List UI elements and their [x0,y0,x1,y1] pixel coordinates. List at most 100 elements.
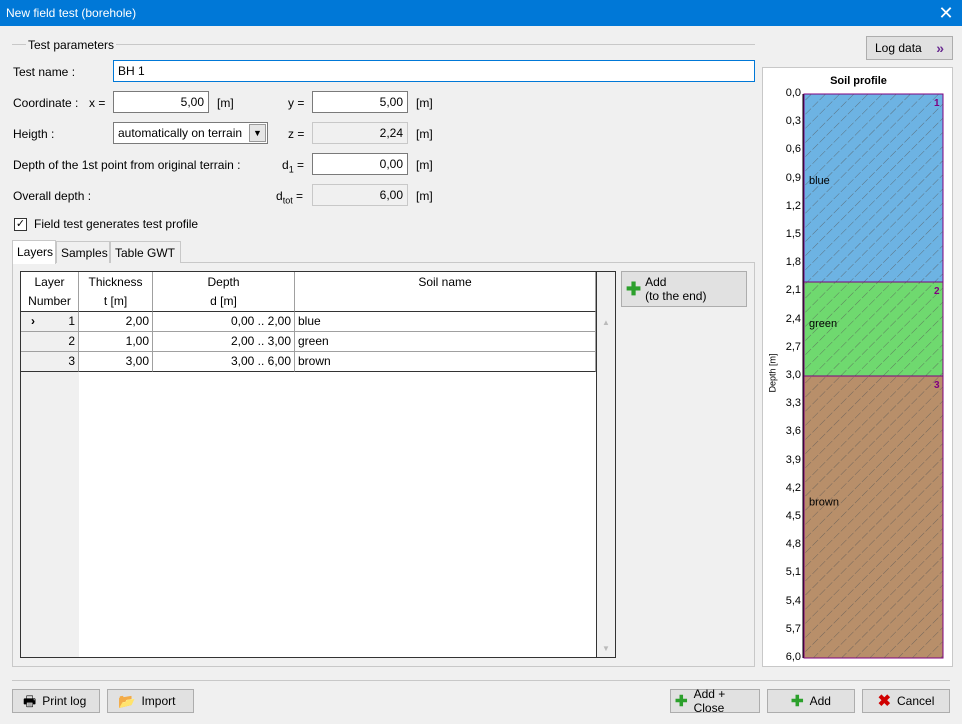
dropdown-arrow-icon[interactable]: ▼ [249,124,266,142]
x-unit: [m] [217,96,234,110]
add-close-label: Add + Close [693,687,726,715]
add-to-end-button[interactable]: ✚ Add (to the end) [621,271,747,307]
cell-thickness[interactable]: 1,00 [79,332,153,352]
d1-label-main: d [282,158,289,172]
cell-soil[interactable]: green [295,332,596,352]
header-line1: Layer [34,275,65,289]
depth-tick-label: 1,8 [785,256,801,269]
profile-title: Soil profile [830,75,887,87]
table-row[interactable]: › 1 2,00 0,00 .. 2,00 blue [21,312,596,332]
cell-soil[interactable]: blue [295,312,596,332]
height-mode-value: automatically on terrain [118,126,243,140]
depth-tick-label: 3,9 [785,453,801,466]
footer-divider [12,680,950,681]
depth-tick-label: 3,3 [785,397,801,410]
group-title: Test parameters [26,38,117,52]
print-log-label: Print log [42,694,87,708]
d1-unit: [m] [416,158,433,172]
depth-tick-label: 2,4 [785,312,801,325]
soil-layer-index: 2 [934,286,940,297]
printer-icon: 🖶 [23,693,37,709]
height-mode-select[interactable]: automatically on terrain ▼ [113,122,268,144]
soil-layer-index: 3 [934,380,940,391]
table-scrollbar[interactable]: ▲ ▼ [596,272,615,657]
table-row[interactable]: 3 3,00 3,00 .. 6,00 brown [21,352,596,372]
soil-layer-label: brown [809,497,839,509]
scroll-down-icon[interactable]: ▼ [602,644,610,653]
depth-tick-label: 5,7 [785,622,801,635]
add-plus-icon: ✚ [626,278,642,299]
dtot-label-main: d [276,189,283,203]
tab-samples[interactable]: Samples [56,241,110,263]
test-name-input[interactable]: BH 1 [113,60,755,82]
tab-layers[interactable]: Layers [12,240,56,264]
depth-tick-label: 5,1 [785,566,801,579]
dtot-label: dtot = [276,189,303,205]
close-icon[interactable]: ✕ [930,0,962,26]
depth1-label: Depth of the 1st point from original ter… [13,158,241,172]
add-to-end-line2: (to the end) [645,289,707,303]
add-close-icon: ✚ [675,693,688,710]
cell-thickness[interactable]: 2,00 [79,312,153,332]
test-name-label: Test name : [13,65,76,79]
row-number: 2 [21,332,79,352]
cell-soil[interactable]: brown [295,352,596,372]
depth-tick-label: 4,5 [785,510,801,522]
cell-thickness[interactable]: 3,00 [79,352,153,372]
add-button[interactable]: ✚ Add [767,689,855,713]
soil-profile-chart: blue 1 green 2 brown 3 [802,93,944,659]
generates-profile-checkbox[interactable]: ✓ [14,218,27,231]
cell-depth: 2,00 .. 3,00 [153,332,295,352]
layers-table[interactable]: Layer Number Thickness t [m] Depth d [m]… [20,271,616,658]
x-input[interactable]: 5,00 [113,91,209,113]
depth-tick-label: 0,0 [785,87,801,99]
import-button[interactable]: 📂 Import [107,689,194,713]
depth-tick-label: 4,8 [785,538,801,551]
depth-tick-label: 2,7 [785,340,801,353]
soil-layer-label: blue [809,175,830,187]
cell-depth: 0,00 .. 2,00 [153,312,295,332]
scroll-up-icon[interactable]: ▲ [602,318,610,327]
d1-label-eq: = [293,158,305,172]
header-line2: t [m] [103,294,128,308]
add-label: Add [809,694,831,708]
depth-tick-label: 4,2 [785,481,801,494]
coordinate-label: Coordinate : [13,96,79,110]
double-chevron-right-icon: » [936,40,944,56]
add-to-end-text: Add (to the end) [645,275,706,303]
depth-tick-label: 0,3 [785,115,801,128]
tab-table-gwt[interactable]: Table GWT [110,241,181,263]
depth-tick-label: 1,2 [785,199,801,212]
soil-layer-hatch [804,376,943,658]
y-label: y = [288,96,305,110]
z-label: z = [288,127,305,141]
depth-tick-label: 5,4 [785,594,801,607]
header-soil-name: Soil name [295,272,596,312]
log-data-label: Log data [875,41,922,55]
log-data-button[interactable]: Log data » [866,36,953,60]
dtot-input: 6,00 [312,184,408,206]
title-bar: New field test (borehole) ✕ [0,0,962,26]
print-log-button[interactable]: 🖶 Print log [12,689,100,713]
soil-profile-panel: Soil profile Depth [m] 0,0 0,3 0,6 0,9 1,2 1,… [762,67,953,667]
row-number: 3 [21,352,79,372]
add-close-button[interactable]: ✚ Add + Close [670,687,760,715]
depth-tick-label: 3,0 [785,369,801,381]
cancel-button[interactable]: ✖ Cancel [862,689,950,713]
z-unit: [m] [416,127,433,141]
cancel-label: Cancel [897,694,935,708]
header-line1: Soil name [418,275,472,289]
header-depth: Depth d [m] [153,272,295,312]
header-line2: Number [28,294,71,308]
d1-input[interactable]: 0,00 [312,153,408,175]
add-icon: ✚ [791,693,804,710]
table-row[interactable]: 2 1,00 2,00 .. 3,00 green [21,332,596,352]
import-label: Import [141,694,176,708]
depth-tick-label: 0,6 [785,143,801,156]
window-title: New field test (borehole) [6,6,137,20]
soil-layer-label: green [809,318,837,330]
overall-depth-label: Overall depth : [13,189,92,203]
y-input[interactable]: 5,00 [312,91,408,113]
height-label: Heigth : [13,127,55,141]
cell-depth: 3,00 .. 6,00 [153,352,295,372]
